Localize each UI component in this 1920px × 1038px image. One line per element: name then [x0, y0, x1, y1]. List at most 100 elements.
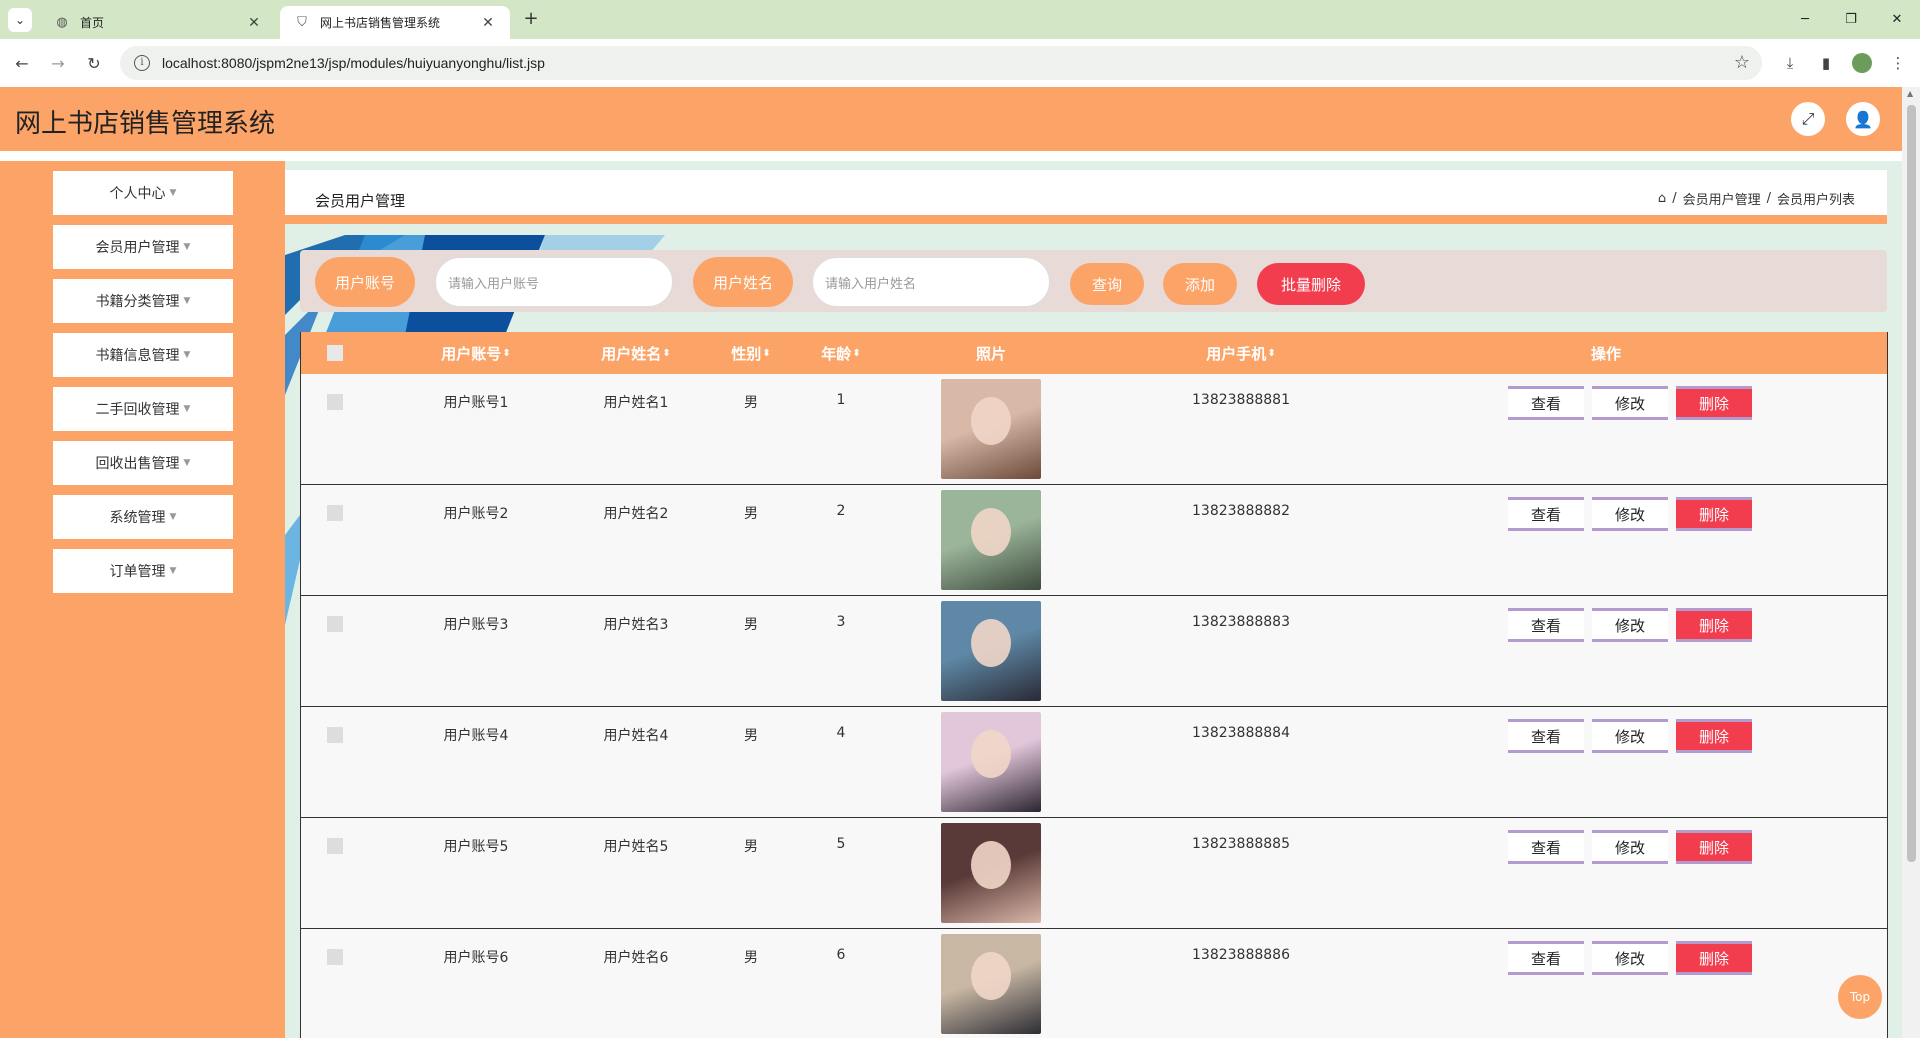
view-button[interactable]: 查看: [1508, 386, 1584, 420]
view-button[interactable]: 查看: [1508, 608, 1584, 642]
view-button[interactable]: 查看: [1508, 830, 1584, 864]
edit-button[interactable]: 修改: [1592, 386, 1668, 420]
delete-button[interactable]: 删除: [1676, 719, 1752, 753]
forward-icon[interactable]: →: [46, 51, 70, 75]
tab-title: 首页: [80, 16, 105, 30]
header-age[interactable]: 年龄 ⬍: [796, 332, 886, 374]
name-search-input[interactable]: 请输入用户姓名: [812, 257, 1050, 307]
tab-close-icon[interactable]: ✕: [246, 15, 262, 31]
url-text: localhost:8080/jspm2ne13/jsp/modules/hui…: [162, 55, 545, 71]
sort-icon: ⬍: [502, 347, 511, 359]
row-checkbox[interactable]: [321, 505, 349, 525]
user-photo: [941, 379, 1041, 479]
cell-age: 2: [836, 503, 846, 519]
add-button[interactable]: 添加: [1163, 263, 1237, 305]
name-search-label: 用户姓名: [693, 257, 793, 307]
browser-tab-active[interactable]: ⛉ 网上书店销售管理系统 ✕: [280, 6, 510, 39]
edit-button[interactable]: 修改: [1592, 719, 1668, 753]
browser-tab-home[interactable]: ◍ 首页 ✕: [40, 6, 276, 39]
cell-account: 用户账号6: [443, 950, 509, 966]
page-scrollbar[interactable]: ▲: [1902, 87, 1920, 1038]
cell-phone: 13823888885: [1192, 836, 1290, 852]
header-gender[interactable]: 性别 ⬍: [706, 332, 796, 374]
app-header: 网上书店销售管理系统 ⤢ 👤: [0, 87, 1902, 151]
sidebar-item-recycle-sale[interactable]: 回收出售管理 ▼: [53, 441, 233, 485]
sidebar-item-member-user[interactable]: 会员用户管理 ▼: [53, 225, 233, 269]
minimize-icon[interactable]: ─: [1782, 0, 1828, 39]
sidebar-item-order[interactable]: 订单管理 ▼: [53, 549, 233, 593]
delete-button[interactable]: 删除: [1676, 386, 1752, 420]
back-icon[interactable]: ←: [10, 51, 34, 75]
caret-down-icon: ▼: [169, 188, 177, 198]
row-checkbox[interactable]: [321, 727, 349, 747]
sidebar-item-label: 回收出售管理: [95, 456, 180, 472]
cell-name: 用户姓名3: [603, 617, 669, 633]
profile-avatar[interactable]: [1850, 51, 1874, 75]
sidebar-item-book-info[interactable]: 书籍信息管理 ▼: [53, 333, 233, 377]
edit-button[interactable]: 修改: [1592, 830, 1668, 864]
back-to-top-button[interactable]: Top: [1838, 975, 1882, 1019]
sidebar: 个人中心 ▼ 会员用户管理 ▼ 书籍分类管理 ▼ 书籍信息管理 ▼ 二手回收管理 ▼ 回收出售管理 ▼…: [0, 161, 285, 1038]
view-button[interactable]: 查看: [1508, 719, 1584, 753]
bookmark-star-icon[interactable]: ☆: [1734, 52, 1750, 73]
view-button[interactable]: 查看: [1508, 941, 1584, 975]
account-search-input[interactable]: 请输入用户账号: [435, 257, 673, 307]
header-name[interactable]: 用户姓名 ⬍: [561, 332, 711, 374]
sidebar-item-personal-center[interactable]: 个人中心 ▼: [53, 171, 233, 215]
sidebar-item-label: 书籍分类管理: [95, 294, 180, 310]
delete-button[interactable]: 删除: [1676, 608, 1752, 642]
batch-delete-button[interactable]: 批量删除: [1257, 263, 1365, 305]
edit-button[interactable]: 修改: [1592, 941, 1668, 975]
cell-age: 3: [836, 614, 846, 630]
sidebar-item-system[interactable]: 系统管理 ▼: [53, 495, 233, 539]
tab-close-icon[interactable]: ✕: [480, 15, 496, 31]
new-tab-icon[interactable]: +: [520, 8, 542, 30]
edit-button[interactable]: 修改: [1592, 497, 1668, 531]
sidebar-item-label: 书籍信息管理: [95, 348, 180, 364]
more-menu-icon[interactable]: ⋮: [1886, 51, 1910, 75]
sidebar-item-recycle[interactable]: 二手回收管理 ▼: [53, 387, 233, 431]
close-window-icon[interactable]: ✕: [1874, 0, 1920, 39]
side-panel-icon[interactable]: ▮: [1814, 51, 1838, 75]
row-checkbox[interactable]: [321, 949, 349, 969]
view-button[interactable]: 查看: [1508, 497, 1584, 531]
user-photo: [941, 934, 1041, 1034]
restore-icon[interactable]: ❐: [1828, 0, 1874, 39]
query-button[interactable]: 查询: [1070, 263, 1144, 305]
row-checkbox[interactable]: [321, 616, 349, 636]
cell-name: 用户姓名1: [603, 395, 669, 411]
address-bar[interactable]: i localhost:8080/jspm2ne13/jsp/modules/h…: [120, 46, 1762, 80]
header-phone[interactable]: 用户手机 ⬍: [1141, 332, 1341, 374]
edit-button[interactable]: 修改: [1592, 608, 1668, 642]
cell-phone: 13823888886: [1192, 947, 1290, 963]
sort-icon: ⬍: [852, 347, 861, 359]
delete-button[interactable]: 删除: [1676, 941, 1752, 975]
select-all-checkbox[interactable]: [321, 332, 349, 374]
info-icon[interactable]: i: [134, 55, 150, 71]
caret-down-icon: ▼: [183, 404, 191, 414]
row-checkbox[interactable]: [321, 394, 349, 414]
header-account[interactable]: 用户账号 ⬍: [401, 332, 551, 374]
breadcrumb-separator: /: [1672, 191, 1677, 206]
home-icon[interactable]: ⌂: [1658, 191, 1666, 206]
user-photo: [941, 601, 1041, 701]
download-icon[interactable]: ⤓: [1778, 51, 1802, 75]
delete-button[interactable]: 删除: [1676, 830, 1752, 864]
sort-icon: ⬍: [662, 347, 671, 359]
row-checkbox[interactable]: [321, 838, 349, 858]
delete-button[interactable]: 删除: [1676, 497, 1752, 531]
tab-search-button[interactable]: ⌄: [8, 8, 32, 32]
breadcrumb-item[interactable]: 会员用户管理: [1683, 189, 1761, 208]
header-ops: 操作: [1590, 344, 1621, 363]
scrollbar-thumb[interactable]: [1907, 105, 1916, 862]
account-search-label: 用户账号: [315, 257, 415, 307]
user-icon[interactable]: 👤: [1846, 102, 1880, 136]
app-root: 网上书店销售管理系统 ⤢ 👤 会员用户管理 ⌂ / 会员用户管理 / 会员用户列…: [0, 87, 1902, 1038]
breadcrumb-separator: /: [1766, 191, 1771, 206]
cell-phone: 13823888883: [1192, 614, 1290, 630]
sidebar-item-label: 二手回收管理: [95, 402, 180, 418]
reload-icon[interactable]: ↻: [82, 51, 106, 75]
sidebar-item-book-category[interactable]: 书籍分类管理 ▼: [53, 279, 233, 323]
fullscreen-icon[interactable]: ⤢: [1791, 102, 1825, 136]
cell-age: 1: [836, 392, 846, 408]
